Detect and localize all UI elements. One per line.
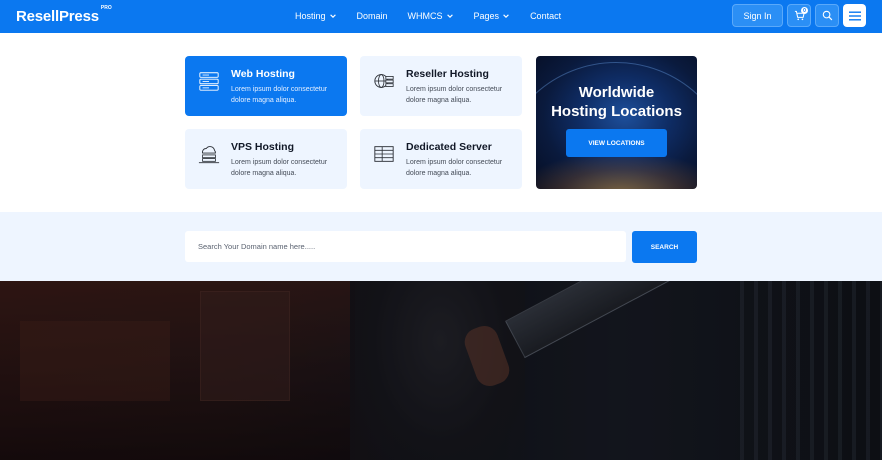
site-header: ResellPress PRO Hosting Domain WHMCS Page… xyxy=(0,0,882,33)
menu-toggle-button[interactable] xyxy=(843,4,866,27)
service-card-vps-hosting[interactable]: VPS Hosting Lorem ipsum dolor consectetu… xyxy=(185,129,347,189)
service-description: Lorem ipsum dolor consectetur dolore mag… xyxy=(231,86,328,104)
sign-in-button[interactable]: Sign In xyxy=(732,4,783,27)
nav-item-pages[interactable]: Pages xyxy=(474,11,511,21)
service-title: VPS Hosting xyxy=(231,141,295,153)
main-nav: Hosting Domain WHMCS Pages Contact xyxy=(295,11,561,21)
header-search-button[interactable] xyxy=(815,4,839,27)
service-description: Lorem ipsum dolor consectetur dolore mag… xyxy=(231,159,328,177)
chevron-down-icon xyxy=(329,14,336,18)
chevron-down-icon xyxy=(503,14,509,18)
brand-logo[interactable]: ResellPress PRO xyxy=(16,5,112,25)
nav-label: Hosting xyxy=(295,11,326,21)
promo-title: Worldwide Hosting Locations xyxy=(536,83,697,121)
view-locations-button[interactable]: VIEW LOCATIONS xyxy=(566,129,667,157)
server-stack-icon xyxy=(199,72,219,91)
nav-label: Domain xyxy=(356,11,388,21)
service-title: Reseller Hosting xyxy=(406,68,489,80)
domain-search-button[interactable]: SEARCH xyxy=(632,231,697,263)
cart-button[interactable]: 0 xyxy=(787,4,811,27)
cart-count-badge: 0 xyxy=(801,7,808,14)
nav-item-whmcs[interactable]: WHMCS xyxy=(408,11,454,21)
service-description: Lorem ipsum dolor consectetur dolore mag… xyxy=(406,86,503,104)
chevron-down-icon xyxy=(446,14,453,18)
worldwide-locations-promo: Worldwide Hosting Locations VIEW LOCATIO… xyxy=(536,56,697,189)
service-description: Lorem ipsum dolor consectetur dolore mag… xyxy=(406,159,503,177)
nav-item-hosting[interactable]: Hosting xyxy=(295,11,337,21)
domain-search-input[interactable] xyxy=(185,231,626,262)
promo-title-line1: Worldwide xyxy=(578,84,655,101)
nav-label: Pages xyxy=(473,11,500,21)
search-icon xyxy=(822,10,832,21)
service-title: Web Hosting xyxy=(231,68,295,80)
dedicated-server-icon xyxy=(374,146,394,162)
nav-label: Contact xyxy=(530,11,562,21)
hamburger-menu-icon xyxy=(848,11,861,20)
nav-item-domain[interactable]: Domain xyxy=(357,11,388,21)
globe-server-icon xyxy=(374,74,394,88)
service-card-web-hosting[interactable]: Web Hosting Lorem ipsum dolor consectetu… xyxy=(185,56,347,116)
cloud-server-icon xyxy=(198,146,220,164)
hero-image xyxy=(0,281,882,460)
promo-title-line2: Hosting Locations xyxy=(551,103,682,120)
nav-item-contact[interactable]: Contact xyxy=(530,11,561,21)
service-card-reseller-hosting[interactable]: Reseller Hosting Lorem ipsum dolor conse… xyxy=(360,56,522,116)
nav-label: WHMCS xyxy=(407,11,443,21)
domain-search-section: SEARCH xyxy=(0,212,882,281)
brand-badge: PRO xyxy=(100,5,112,11)
service-card-dedicated-server[interactable]: Dedicated Server Lorem ipsum dolor conse… xyxy=(360,129,522,189)
brand-name: ResellPress xyxy=(16,8,99,25)
service-title: Dedicated Server xyxy=(406,141,492,153)
